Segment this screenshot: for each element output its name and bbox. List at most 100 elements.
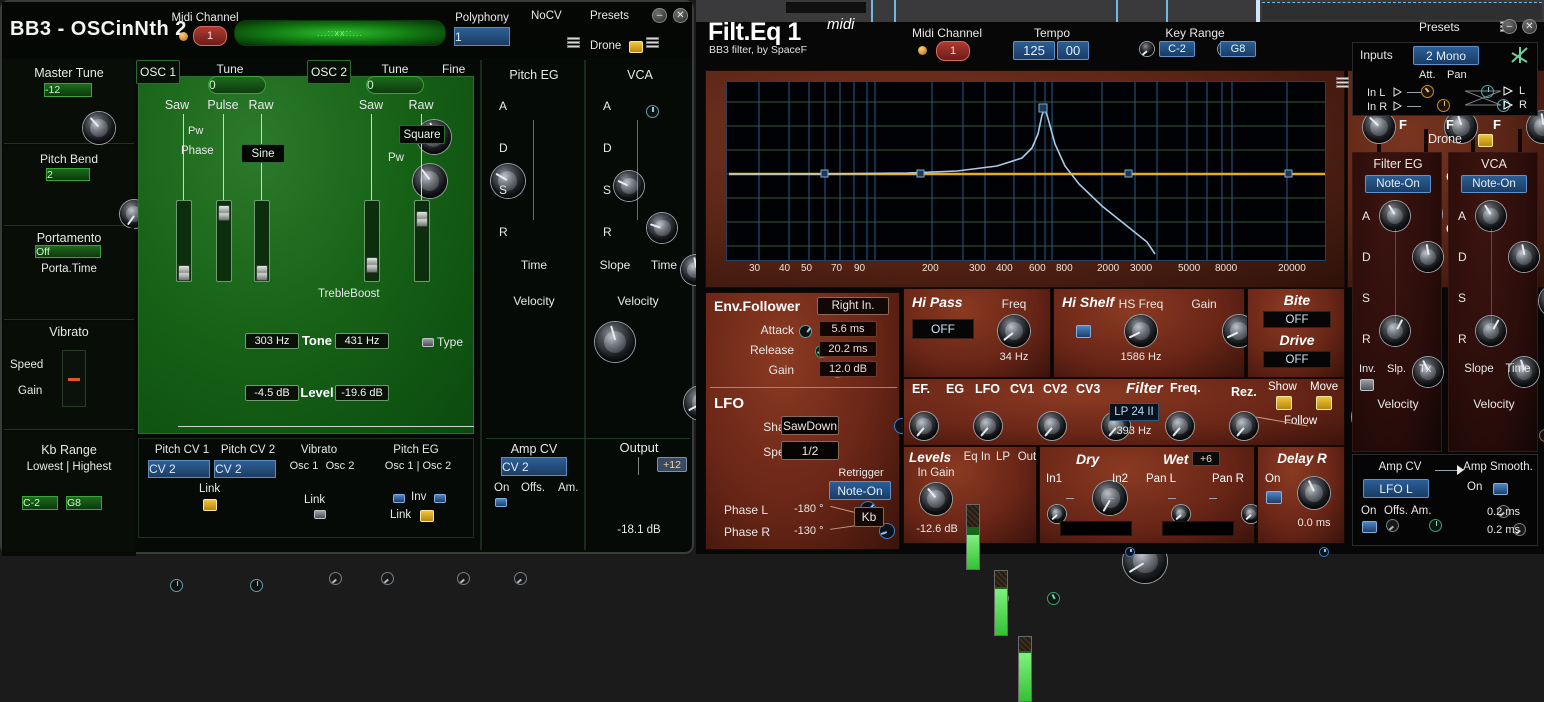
filter-type[interactable]: LP 24 II	[1109, 403, 1159, 421]
filter-mod-lfo-knob[interactable]	[1038, 412, 1066, 440]
att-r-knob[interactable]	[1437, 99, 1450, 112]
master-tune-value[interactable]: -12	[44, 83, 92, 97]
filter-eg-a-knob[interactable]	[1380, 201, 1410, 231]
amp-cv-value[interactable]: CV 2	[501, 457, 567, 476]
output-badge[interactable]: +12	[657, 457, 687, 472]
close-button-b[interactable]: ✕	[1522, 19, 1537, 34]
presets-label[interactable]: Presets	[590, 10, 629, 22]
osc2-raw-fader[interactable]	[414, 200, 430, 282]
pitch-cv2-amount-knob[interactable]	[250, 579, 263, 592]
osc1-raw-wave[interactable]: Sine	[241, 144, 285, 163]
amp-cv-on-toggle-b[interactable]	[1362, 521, 1377, 533]
osc1-pulse-phase-knob[interactable]	[491, 164, 525, 198]
hi-shelf-enable-toggle[interactable]	[1076, 325, 1091, 338]
wet-assign-dot[interactable]	[1319, 547, 1329, 557]
drive-state[interactable]: OFF	[1263, 351, 1331, 368]
bite-state[interactable]: OFF	[1263, 311, 1331, 328]
pitch-eg-osc1-inv-toggle[interactable]	[393, 494, 405, 503]
lfo-kb-button[interactable]: Kb	[854, 507, 884, 527]
drone-toggle[interactable]	[629, 41, 643, 53]
amp-cv-value-b[interactable]: LFO L	[1363, 479, 1429, 498]
minimize-button[interactable]: –	[652, 8, 667, 23]
midi-channel-button[interactable]: 1	[193, 26, 227, 46]
env-release-value[interactable]: 20.2 ms	[819, 341, 877, 357]
vca-a-knob-b[interactable]	[1476, 201, 1506, 231]
amp-cv-am-knob-b[interactable]	[1429, 519, 1442, 532]
osc1-saw-phase-knob[interactable]	[413, 164, 447, 198]
pitch-bend-value[interactable]: 2	[46, 168, 90, 181]
vibrato-osc2-knob[interactable]	[381, 572, 394, 585]
minimize-button-b[interactable]: –	[1502, 19, 1517, 34]
amp-cv-on-toggle[interactable]	[495, 498, 507, 507]
lfo-speed-value[interactable]: 1/2	[781, 441, 839, 460]
osc2-tune-value[interactable]: 0	[366, 76, 424, 94]
env-follower-input-source[interactable]: Right In.	[817, 297, 889, 315]
filter-move-toggle[interactable]	[1316, 396, 1332, 410]
osc1-raw-fader[interactable]	[254, 200, 270, 282]
pitch-cv-link-toggle[interactable]	[203, 499, 217, 511]
hi-pass-state[interactable]: OFF	[912, 319, 974, 339]
osc1-saw-fader[interactable]	[176, 200, 192, 282]
midi-channel-button-b[interactable]: 1	[936, 41, 970, 61]
filter-mod-cv3-knob[interactable]	[1230, 412, 1258, 440]
filter-eg-d-knob[interactable]	[1413, 242, 1443, 272]
env-attack-value[interactable]: 5.6 ms	[819, 321, 877, 337]
wet-assign-field[interactable]	[1162, 521, 1234, 536]
hi-pass-freq-knob[interactable]	[998, 315, 1030, 347]
vca-slope-knob-b[interactable]	[1539, 429, 1544, 442]
osc2-saw-fader[interactable]	[364, 200, 380, 282]
pitch-eg-link-toggle[interactable]	[420, 510, 434, 522]
osc1-tone-knob[interactable]	[595, 322, 635, 362]
inputs-mode[interactable]: 2 Mono	[1413, 46, 1479, 65]
key-low-value[interactable]: C-2	[1159, 41, 1195, 57]
osc2-fine-knob[interactable]	[646, 105, 659, 118]
polyphony-value[interactable]: 1	[454, 27, 510, 46]
pitch-eg-osc1-knob[interactable]	[457, 572, 470, 585]
osc1-tune-value[interactable]: 0	[208, 76, 266, 94]
delay-knob[interactable]	[1298, 477, 1330, 509]
dry-assign-field[interactable]	[1060, 521, 1132, 536]
filter-mod-eg-knob[interactable]	[974, 412, 1002, 440]
filter-eg-inv-toggle[interactable]	[1360, 379, 1374, 391]
lfo-shape-value[interactable]: SawDown	[781, 416, 839, 435]
pitch-cv1-amount-knob[interactable]	[170, 579, 183, 592]
wet-badge[interactable]: +6	[1192, 451, 1220, 466]
portamento-value[interactable]: Off	[35, 245, 101, 258]
pitch-eg-osc2-inv-toggle[interactable]	[434, 494, 446, 503]
eq-presets-stack-icon[interactable]	[1336, 77, 1349, 92]
key-high-value[interactable]: G8	[1220, 41, 1256, 57]
filter-mod-ef-knob[interactable]	[910, 412, 938, 440]
delay-on-toggle[interactable]	[1266, 491, 1282, 504]
tempo-value[interactable]: 125	[1013, 41, 1055, 60]
osc1-pulse-fader[interactable]	[216, 200, 232, 282]
env-gain-value[interactable]: 12.0 dB	[819, 361, 877, 377]
drone-toggle-b[interactable]	[1478, 134, 1493, 147]
env-attack-knob[interactable]	[799, 325, 812, 338]
in-gain-knob[interactable]	[920, 483, 952, 515]
nocv-stack-icon[interactable]	[567, 37, 580, 52]
osc2-level-value[interactable]: -19.6 dB	[335, 385, 389, 401]
osc2-tone-value[interactable]: 431 Hz	[335, 333, 389, 349]
filter-eg-trigger[interactable]: Note-On	[1365, 175, 1431, 193]
pitch-eg-d-knob[interactable]	[647, 213, 677, 243]
nocv-label[interactable]: NoCV	[531, 10, 562, 22]
close-button[interactable]: ✕	[673, 8, 688, 23]
osc1-tab[interactable]: OSC 1	[136, 60, 180, 84]
routing-icon[interactable]	[1509, 45, 1531, 65]
tone-type-led[interactable]	[422, 338, 434, 347]
vca-trigger-b[interactable]: Note-On	[1461, 175, 1527, 193]
osc1-level-value[interactable]: -4.5 dB	[245, 385, 299, 401]
pitch-cv1-value[interactable]: CV 2	[148, 460, 210, 478]
eq-graph-screen[interactable]	[726, 81, 1326, 261]
key-low-knob[interactable]	[1140, 42, 1154, 56]
presets-label-b[interactable]: Presets	[1419, 20, 1460, 34]
att-l-knob[interactable]	[1421, 85, 1434, 98]
filter-mod-cv2-knob[interactable]	[1166, 412, 1194, 440]
filter-show-toggle[interactable]	[1276, 396, 1292, 410]
amp-cv-offs-knob-b[interactable]	[1386, 519, 1399, 532]
osc2-raw-wave[interactable]: Square	[399, 125, 445, 144]
vca-d-knob-b[interactable]	[1509, 242, 1539, 272]
vibrato-osc1-knob[interactable]	[329, 572, 342, 585]
tempo-decimals[interactable]: 00	[1057, 41, 1089, 60]
lfo-retrigger-value[interactable]: Note-On	[829, 481, 891, 500]
